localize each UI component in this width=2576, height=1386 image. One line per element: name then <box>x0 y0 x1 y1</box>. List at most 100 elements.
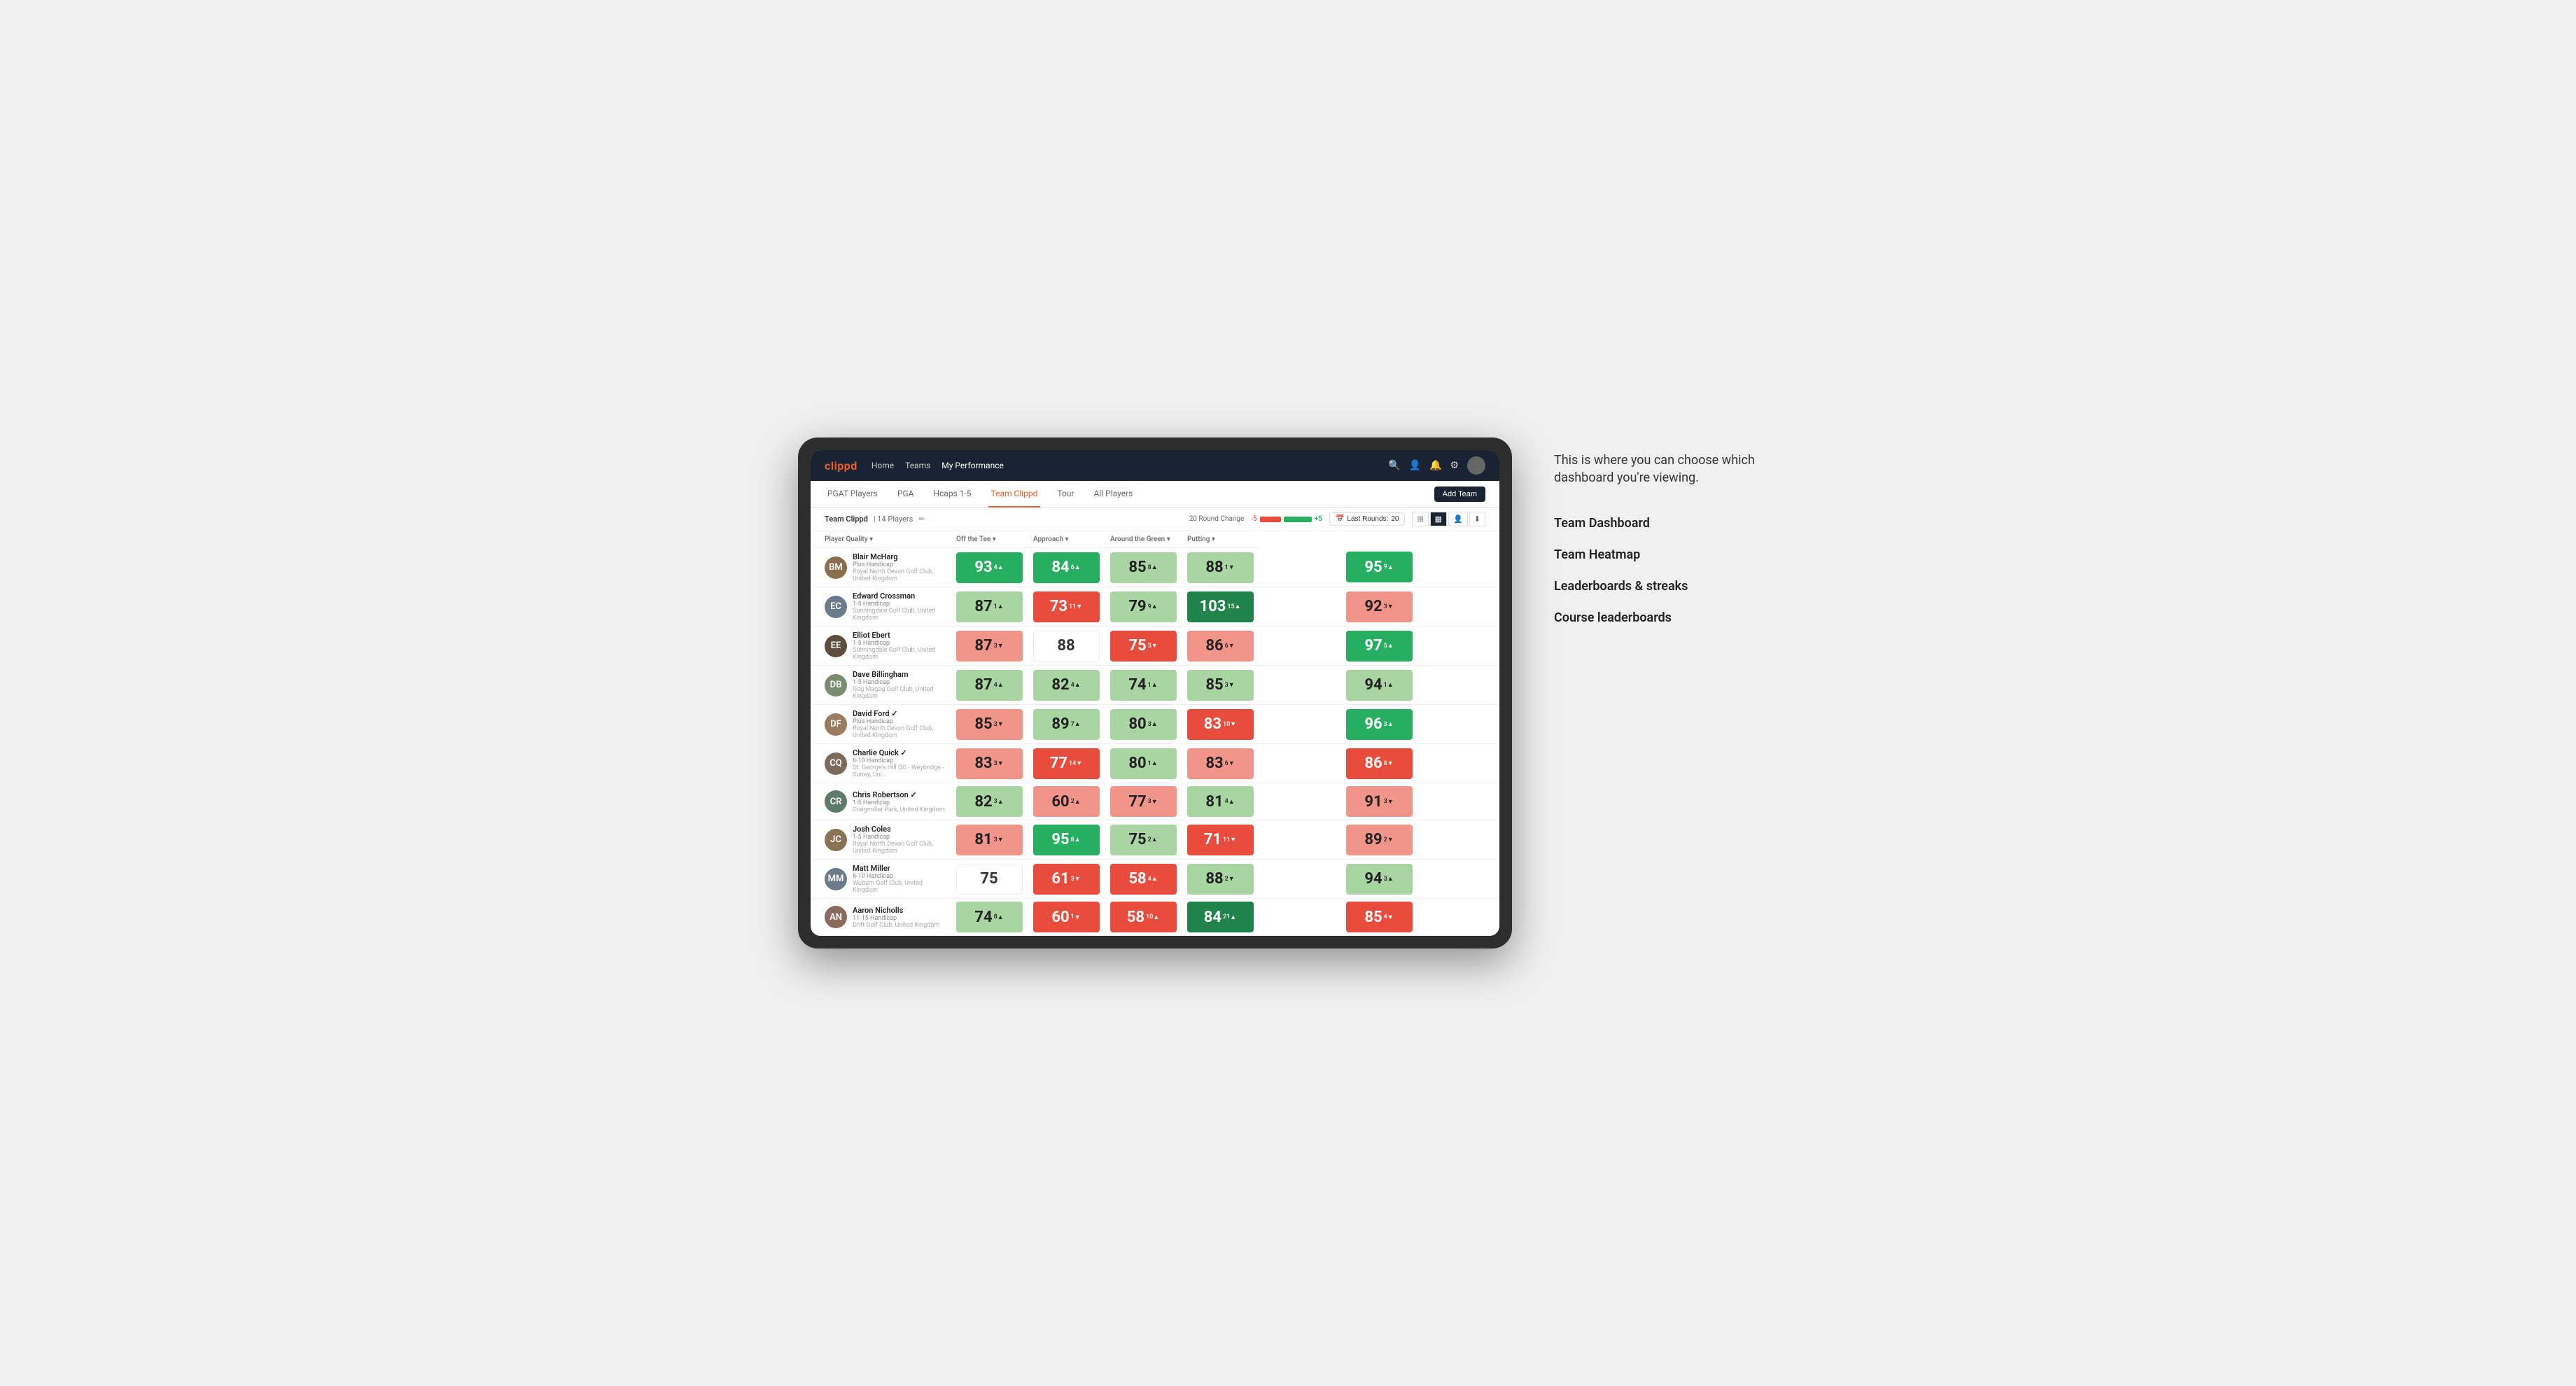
score-box[interactable]: 934 <box>956 552 1023 583</box>
table-row[interactable]: ANAaron Nicholls11-15 HandicapDrift Golf… <box>811 899 1499 936</box>
score-box[interactable]: 959 <box>1346 552 1413 582</box>
sub-nav-tour[interactable]: Tour <box>1054 481 1077 507</box>
player-name[interactable]: Matt Miller <box>853 864 945 873</box>
score-box[interactable]: 866 <box>1187 631 1254 662</box>
score-box[interactable]: 873 <box>956 631 1023 662</box>
sub-nav-team-clippd[interactable]: Team Clippd <box>988 481 1041 507</box>
score-box[interactable]: 943 <box>1346 864 1413 895</box>
score-box[interactable]: 801 <box>1110 748 1177 779</box>
score-box[interactable]: 10315 <box>1187 592 1254 622</box>
score-box[interactable]: 871 <box>956 592 1023 622</box>
player-name[interactable]: Josh Coles <box>853 825 945 834</box>
score-box[interactable]: 975 <box>1346 631 1413 662</box>
score-box[interactable]: 892 <box>1346 825 1413 855</box>
th-putting[interactable]: Putting ▾ <box>1182 531 1259 548</box>
player-club: St. George's Hill GC - Weybridge - Surre… <box>853 764 945 778</box>
score-box[interactable]: 752 <box>1110 825 1177 855</box>
score-box[interactable]: 881 <box>1187 552 1254 583</box>
player-name[interactable]: Dave Billingham <box>853 670 945 679</box>
score-box[interactable]: 75 <box>956 864 1023 895</box>
score-box[interactable]: 923 <box>1346 592 1413 622</box>
score-box[interactable]: 5810 <box>1110 902 1177 932</box>
score-box[interactable]: 8421 <box>1187 902 1254 932</box>
score-box[interactable]: 854 <box>1346 902 1413 932</box>
bell-icon[interactable]: 🔔 <box>1429 460 1441 471</box>
view-heatmap-button[interactable]: ▦ <box>1430 512 1447 526</box>
player-name[interactable]: Charlie Quick ✓ <box>853 748 945 757</box>
score-box[interactable]: 741 <box>1110 670 1177 701</box>
score-box[interactable]: 601 <box>1033 902 1100 932</box>
score-box[interactable]: 824 <box>1033 670 1100 701</box>
score-box[interactable]: 8310 <box>1187 709 1254 740</box>
score-box[interactable]: 846 <box>1033 552 1100 583</box>
score-box[interactable]: 602 <box>1033 786 1100 817</box>
sub-nav-pga[interactable]: PGA <box>895 481 917 507</box>
player-info: Elliot Ebert1-5 HandicapSunningdale Golf… <box>853 631 945 661</box>
table-row[interactable]: JCJosh Coles1-5 HandicapRoyal North Devo… <box>811 820 1499 860</box>
score-box[interactable]: 799 <box>1110 592 1177 622</box>
table-row[interactable]: DBDave Billingham1-5 HandicapGog Magog G… <box>811 666 1499 705</box>
score-box[interactable]: 874 <box>956 670 1023 701</box>
nav-link-teams[interactable]: Teams <box>905 458 930 473</box>
table-row[interactable]: CQCharlie Quick ✓6-10 HandicapSt. George… <box>811 744 1499 783</box>
player-name[interactable]: Elliot Ebert <box>853 631 945 640</box>
th-around-green[interactable]: Around the Green ▾ <box>1105 531 1182 548</box>
score-box[interactable]: 773 <box>1110 786 1177 817</box>
score-cell: 943 <box>1259 860 1499 899</box>
th-off-tee[interactable]: Off the Tee ▾ <box>951 531 1028 548</box>
search-icon[interactable]: 🔍 <box>1388 460 1400 471</box>
table-row[interactable]: DFDavid Ford ✓Plus HandicapRoyal North D… <box>811 705 1499 744</box>
th-player[interactable]: Player Quality ▾ <box>811 531 951 548</box>
score-box[interactable]: 753 <box>1110 631 1177 662</box>
score-box[interactable]: 7311 <box>1033 592 1100 622</box>
score-box[interactable]: 584 <box>1110 864 1177 895</box>
score-box[interactable]: 836 <box>1187 748 1254 779</box>
avatar[interactable] <box>1467 456 1485 475</box>
score-box[interactable]: 748 <box>956 902 1023 932</box>
score-box[interactable]: 823 <box>956 786 1023 817</box>
score-box[interactable]: 833 <box>956 748 1023 779</box>
nav-link-performance[interactable]: My Performance <box>941 458 1004 473</box>
score-box[interactable]: 897 <box>1033 709 1100 740</box>
th-approach[interactable]: Approach ▾ <box>1028 531 1105 548</box>
add-team-button[interactable]: Add Team <box>1434 486 1485 502</box>
player-name[interactable]: Aaron Nicholls <box>853 906 939 915</box>
score-box[interactable]: 613 <box>1033 864 1100 895</box>
score-box[interactable]: 813 <box>956 825 1023 855</box>
score-cell: 799 <box>1105 587 1182 626</box>
table-row[interactable]: ECEdward Crossman1-5 HandicapSunningdale… <box>811 587 1499 626</box>
score-box[interactable]: 913 <box>1346 786 1413 817</box>
score-box[interactable]: 7111 <box>1187 825 1254 855</box>
score-box[interactable]: 803 <box>1110 709 1177 740</box>
sub-nav-hcaps[interactable]: Hcaps 1-5 <box>930 481 974 507</box>
score-box[interactable]: 853 <box>1187 670 1254 701</box>
table-row[interactable]: CRChris Robertson ✓1-5 HandicapCraigmill… <box>811 783 1499 820</box>
last-rounds-button[interactable]: 📅 Last Rounds: 20 <box>1329 512 1406 526</box>
score-box[interactable]: 88 <box>1033 631 1100 662</box>
score-box[interactable]: 941 <box>1346 670 1413 701</box>
table-row[interactable]: EEElliot Ebert1-5 HandicapSunningdale Go… <box>811 626 1499 666</box>
player-name[interactable]: David Ford ✓ <box>853 709 945 718</box>
player-name[interactable]: Blair McHarg <box>853 552 945 561</box>
edit-icon[interactable]: ✏ <box>918 514 925 524</box>
table-row[interactable]: BMBlair McHargPlus HandicapRoyal North D… <box>811 548 1499 587</box>
player-name[interactable]: Chris Robertson ✓ <box>853 790 945 799</box>
view-download-button[interactable]: ⬇ <box>1469 512 1485 526</box>
sub-nav-pgat[interactable]: PGAT Players <box>825 481 881 507</box>
score-box[interactable]: 958 <box>1033 825 1100 855</box>
score-box[interactable]: 7714 <box>1033 748 1100 779</box>
player-name[interactable]: Edward Crossman <box>853 592 945 601</box>
score-box[interactable]: 853 <box>956 709 1023 740</box>
score-box[interactable]: 858 <box>1110 552 1177 583</box>
score-box[interactable]: 814 <box>1187 786 1254 817</box>
table-row[interactable]: MMMatt Miller6-10 HandicapWoburn Golf Cl… <box>811 860 1499 899</box>
score-box[interactable]: 882 <box>1187 864 1254 895</box>
score-box[interactable]: 963 <box>1346 709 1413 740</box>
score-box[interactable]: 868 <box>1346 748 1413 779</box>
settings-icon[interactable]: ⚙ <box>1450 460 1459 471</box>
view-chart-button[interactable]: 👤 <box>1448 512 1468 526</box>
nav-link-home[interactable]: Home <box>872 458 894 473</box>
user-icon[interactable]: 👤 <box>1409 460 1421 471</box>
view-grid-button[interactable]: ⊞ <box>1412 512 1428 526</box>
sub-nav-all-players[interactable]: All Players <box>1091 481 1136 507</box>
